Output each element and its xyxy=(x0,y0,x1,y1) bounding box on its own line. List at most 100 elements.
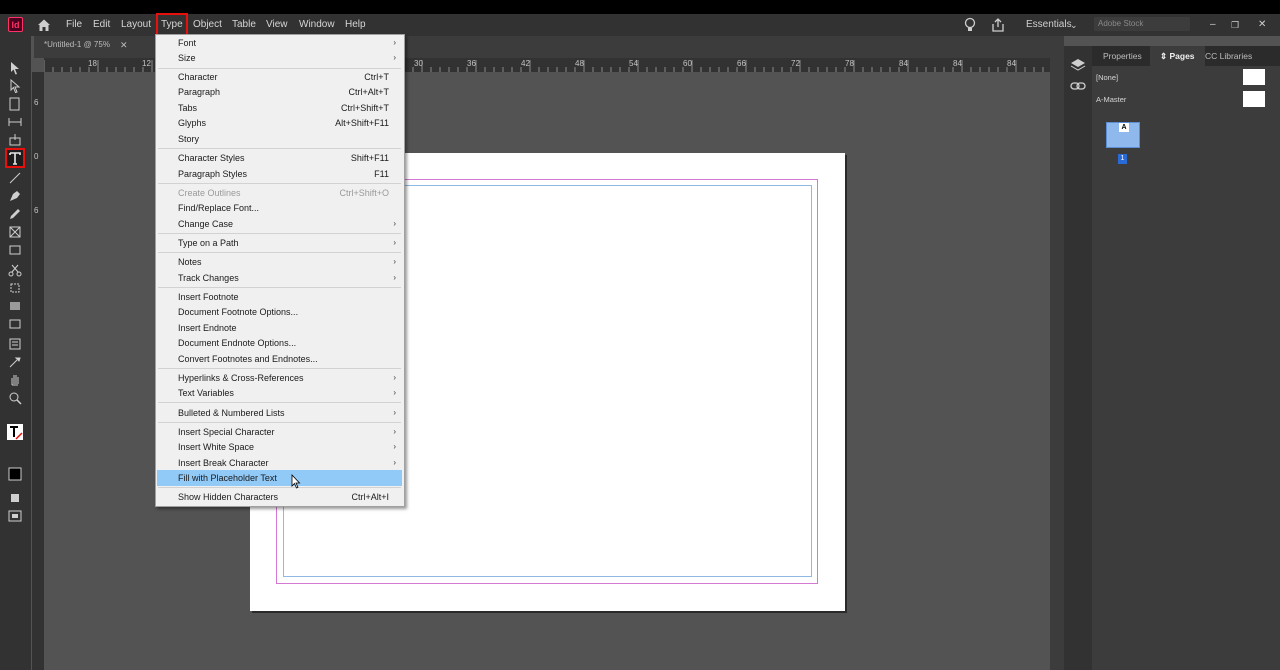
menu-item-shortcut: Ctrl+T xyxy=(364,72,389,82)
chevron-right-icon: › xyxy=(393,273,396,282)
rectangle-frame-tool-icon[interactable] xyxy=(7,224,23,240)
stock-search-input[interactable]: Adobe Stock xyxy=(1094,17,1190,31)
a-master-label[interactable]: A-Master xyxy=(1096,95,1126,104)
chevron-right-icon: › xyxy=(393,388,396,397)
menu-object[interactable]: Object xyxy=(193,14,222,36)
master-none-label[interactable]: [None] xyxy=(1096,73,1118,82)
zoom-tool-icon[interactable] xyxy=(7,390,23,406)
menu-layout[interactable]: Layout xyxy=(121,14,151,36)
menu-bar xyxy=(0,14,1280,36)
menu-item-document-endnote-options[interactable]: Document Endnote Options... xyxy=(157,335,402,351)
menu-view[interactable]: View xyxy=(266,14,288,36)
hand-tool-icon[interactable] xyxy=(7,372,23,388)
ruler-label: 6 xyxy=(34,206,39,215)
apply-color-icon[interactable] xyxy=(7,490,23,506)
menu-help[interactable]: Help xyxy=(345,14,366,36)
page-tool-icon[interactable] xyxy=(7,96,23,112)
tab-cc-libraries[interactable]: CC Libraries xyxy=(1195,46,1262,66)
type-tool-icon[interactable] xyxy=(5,148,25,168)
pen-tool-icon[interactable] xyxy=(7,188,23,204)
gap-tool-icon[interactable] xyxy=(7,114,23,130)
menu-separator xyxy=(158,368,401,369)
minimize-icon[interactable]: – xyxy=(1210,14,1216,36)
links-icon[interactable] xyxy=(1070,80,1086,92)
menu-separator xyxy=(158,422,401,423)
restore-icon[interactable]: ❐ xyxy=(1231,14,1239,36)
menu-table[interactable]: Table xyxy=(232,14,256,36)
a-master-thumbnail[interactable] xyxy=(1243,91,1265,107)
menu-item-track-changes[interactable]: Track Changes › xyxy=(157,270,402,286)
menu-item-label: Glyphs xyxy=(178,118,207,128)
menu-item-show-hidden-characters[interactable]: Show Hidden Characters Ctrl+Alt+I xyxy=(157,489,402,505)
gradient-feather-tool-icon[interactable] xyxy=(7,316,23,332)
menu-item-bulleted-numbered-lists[interactable]: Bulleted & Numbered Lists › xyxy=(157,405,402,421)
menu-item-notes[interactable]: Notes › xyxy=(157,254,402,270)
vertical-scrollbar[interactable] xyxy=(1050,58,1064,670)
rectangle-tool-icon[interactable] xyxy=(7,242,23,258)
menu-item-label: Fill with Placeholder Text xyxy=(178,473,277,483)
menu-item-find-replace-font[interactable]: Find/Replace Font... xyxy=(157,200,402,216)
screen-mode-icon[interactable] xyxy=(7,508,23,524)
free-transform-tool-icon[interactable] xyxy=(7,280,23,296)
content-collector-icon[interactable] xyxy=(7,132,23,148)
chevron-down-icon[interactable]: ⌄ xyxy=(1070,14,1078,36)
menu-item-character-styles[interactable]: Character Styles Shift+F11 xyxy=(157,150,402,166)
menu-item-insert-special-character[interactable]: Insert Special Character › xyxy=(157,424,402,440)
menu-item-glyphs[interactable]: Glyphs Alt+Shift+F11 xyxy=(157,115,402,131)
close-tab-icon[interactable]: ✕ xyxy=(120,40,128,51)
pencil-tool-icon[interactable] xyxy=(7,206,23,222)
menu-item-hyperlinks-cross-references[interactable]: Hyperlinks & Cross-References › xyxy=(157,370,402,386)
menu-item-text-variables[interactable]: Text Variables › xyxy=(157,385,402,401)
menu-item-type-on-a-path[interactable]: Type on a Path › xyxy=(157,235,402,251)
fill-stroke-swatch-icon[interactable] xyxy=(7,466,23,482)
close-icon[interactable]: ✕ xyxy=(1258,14,1266,36)
menu-item-convert-footnotes-endnotes[interactable]: Convert Footnotes and Endnotes... xyxy=(157,351,402,367)
line-tool-icon[interactable] xyxy=(7,170,23,186)
gradient-swatch-tool-icon[interactable] xyxy=(7,298,23,314)
menu-item-insert-footnote[interactable]: Insert Footnote xyxy=(157,289,402,305)
menu-item-insert-white-space[interactable]: Insert White Space › xyxy=(157,439,402,455)
selection-tool-icon[interactable] xyxy=(7,60,23,76)
menu-edit[interactable]: Edit xyxy=(93,14,110,36)
scissors-tool-icon[interactable] xyxy=(7,262,23,278)
menu-item-size[interactable]: Size › xyxy=(157,50,402,66)
home-icon[interactable] xyxy=(36,17,52,33)
menu-window[interactable]: Window xyxy=(299,14,335,36)
menu-item-tabs[interactable]: Tabs Ctrl+Shift+T xyxy=(157,100,402,116)
lightbulb-icon[interactable] xyxy=(962,17,978,33)
ruler-label: 66 xyxy=(737,59,746,68)
menu-item-character[interactable]: Character Ctrl+T xyxy=(157,69,402,85)
workspace-switcher[interactable]: Essentials xyxy=(1026,14,1072,36)
menu-item-insert-endnote[interactable]: Insert Endnote xyxy=(157,320,402,336)
note-tool-icon[interactable] xyxy=(7,336,23,352)
menu-item-document-footnote-options[interactable]: Document Footnote Options... xyxy=(157,304,402,320)
ruler-label: 54 xyxy=(629,59,638,68)
menu-item-insert-break-character[interactable]: Insert Break Character › xyxy=(157,455,402,471)
page-thumbnail[interactable]: A xyxy=(1106,122,1140,148)
share-icon[interactable] xyxy=(990,17,1006,33)
direct-selection-tool-icon[interactable] xyxy=(7,78,23,94)
menu-type[interactable]: Type xyxy=(156,13,188,37)
menu-item-create-outlines: Create Outlines Ctrl+Shift+O xyxy=(157,185,402,201)
document-tab[interactable]: *Untitled-1 @ 75% xyxy=(44,40,110,49)
layers-icon[interactable] xyxy=(1070,58,1086,72)
eyedropper-tool-icon[interactable] xyxy=(7,354,23,370)
ruler-label: 30 xyxy=(414,59,423,68)
menu-item-change-case[interactable]: Change Case › xyxy=(157,216,402,232)
ruler-label: 48 xyxy=(575,59,584,68)
formatting-affects-text-icon[interactable] xyxy=(7,424,23,440)
menu-item-label: Document Footnote Options... xyxy=(178,307,299,317)
menu-separator xyxy=(158,287,401,288)
menu-item-paragraph-styles[interactable]: Paragraph Styles F11 xyxy=(157,166,402,182)
menu-item-story[interactable]: Story xyxy=(157,131,402,147)
chevron-right-icon: › xyxy=(393,458,396,467)
tab-properties[interactable]: Properties xyxy=(1093,46,1152,66)
menu-item-fill-with-placeholder-text[interactable]: Fill with Placeholder Text xyxy=(157,470,402,486)
menu-file[interactable]: File xyxy=(66,14,82,36)
ruler-label: 84 xyxy=(953,59,962,68)
menu-item-label: Text Variables xyxy=(178,388,234,398)
master-none-thumbnail[interactable] xyxy=(1243,69,1265,85)
menu-item-paragraph[interactable]: Paragraph Ctrl+Alt+T xyxy=(157,84,402,100)
menu-item-font[interactable]: Font › xyxy=(157,35,402,51)
menu-item-shortcut: Ctrl+Shift+O xyxy=(339,188,389,198)
